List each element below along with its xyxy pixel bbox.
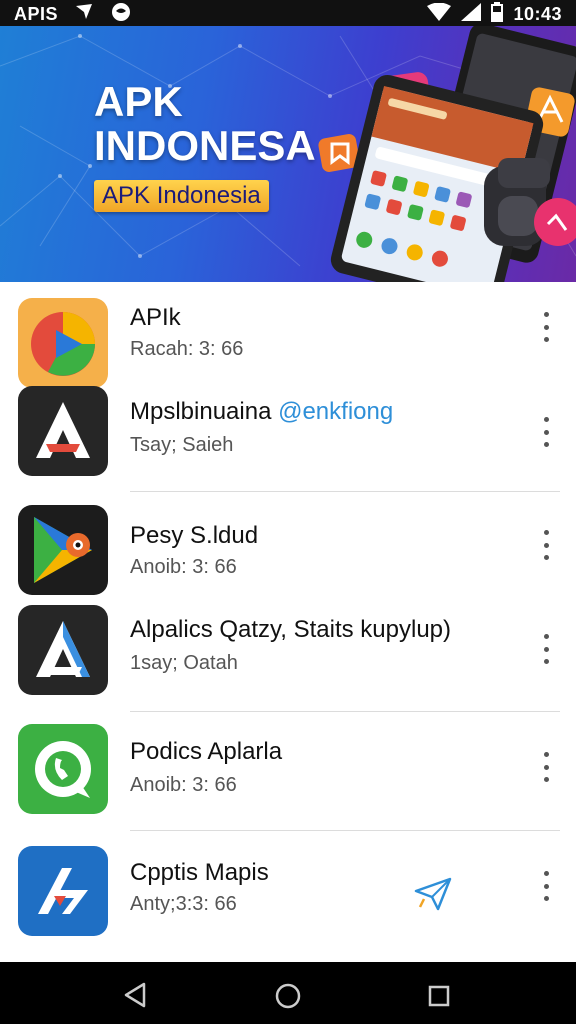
more-options-button[interactable]	[536, 871, 556, 901]
list-item[interactable]: Pesy S.ldud Anoib: 3: 66	[0, 492, 576, 596]
app-list: APIk Racah: 3: 66 Mpslbinuaina @enkfiong…	[0, 282, 576, 962]
phones-illustration	[318, 26, 576, 282]
app-meta: Anoib: 3: 66	[130, 556, 237, 578]
back-button[interactable]	[123, 982, 147, 1013]
app-handle: @enkfiong	[278, 398, 394, 425]
app-meta: Racah: 3: 66	[130, 338, 244, 360]
recents-button[interactable]	[428, 985, 450, 1012]
list-item[interactable]: APIk Racah: 3: 66	[0, 282, 576, 388]
notification-icon	[74, 3, 94, 26]
more-options-button[interactable]	[536, 312, 556, 342]
app-meta: Anty;3:3: 66	[130, 893, 237, 915]
aptoide-icon	[18, 605, 108, 695]
app-name: Cpptis Mapis	[130, 859, 269, 886]
send-icon[interactable]	[414, 877, 452, 916]
wifi-icon	[427, 2, 452, 26]
list-item[interactable]: Podics Aplarla Anoib: 3: 66	[0, 712, 576, 830]
app-name: Mpslbinuaina @enkfiong	[130, 398, 394, 425]
app-name: Pesy S.ldud	[130, 522, 259, 549]
home-button[interactable]	[275, 983, 301, 1014]
app-name: Alpalics Qatzy, Staits kupylup)	[130, 616, 452, 643]
list-item[interactable]: Cpptis Mapis Anty;3:3: 66	[0, 831, 576, 962]
apkpure-icon	[18, 846, 108, 936]
message-icon	[110, 2, 132, 27]
clock: 10:43	[513, 4, 562, 24]
app-meta: 1say; Oatah	[130, 652, 238, 674]
phone-chat-icon	[18, 724, 108, 814]
more-options-button[interactable]	[536, 417, 556, 447]
app-name: APIk	[130, 304, 181, 331]
app-meta: Anoib: 3: 66	[130, 774, 237, 796]
promo-banner[interactable]: APK INDONESA APK Indonesia	[0, 26, 576, 282]
more-options-button[interactable]	[536, 634, 556, 664]
list-item[interactable]: Mpslbinuaina @enkfiong Tsay; Saieh	[0, 382, 576, 492]
navigation-bar	[0, 962, 576, 1024]
list-item[interactable]: Alpalics Qatzy, Staits kupylup) 1say; Oa…	[0, 596, 576, 712]
chrome-play-icon	[18, 298, 108, 388]
more-options-button[interactable]	[536, 530, 556, 560]
status-bar: APIS 10:43	[0, 0, 576, 26]
signal-icon	[461, 3, 482, 26]
play-store-icon	[18, 505, 108, 595]
aptoide-icon	[18, 386, 108, 476]
app-meta: Tsay; Saieh	[130, 434, 234, 456]
more-options-button[interactable]	[536, 752, 556, 782]
app-name: Podics Aplarla	[130, 738, 283, 765]
carrier-label: APIS	[14, 4, 59, 24]
battery-icon	[491, 2, 504, 27]
